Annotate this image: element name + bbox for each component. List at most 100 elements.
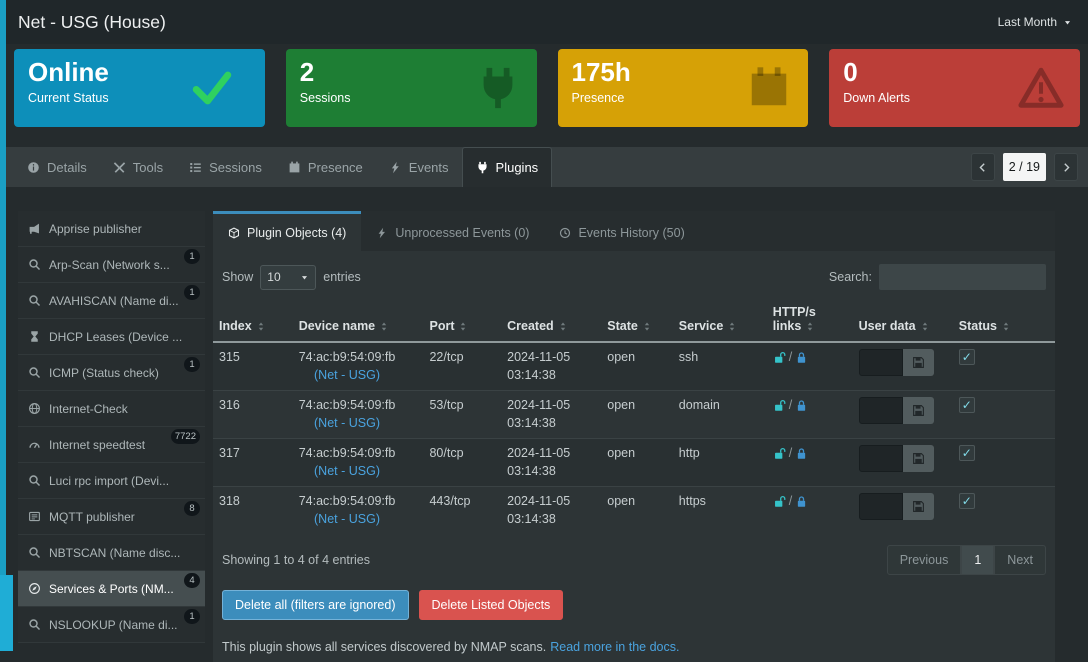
cell-user-data: [853, 439, 953, 487]
sidebar-item-internet-check[interactable]: Internet-Check: [18, 391, 205, 427]
pagination-previous[interactable]: Previous: [887, 545, 962, 575]
column-header-service[interactable]: Service: [673, 299, 767, 342]
pagination-page-1[interactable]: 1: [961, 545, 994, 575]
tab-events[interactable]: Events: [376, 147, 462, 187]
user-data-input[interactable]: [859, 493, 903, 520]
subtab-unprocessed-events[interactable]: Unprocessed Events (0): [361, 211, 544, 251]
sidebar-item-luci-rpc-import[interactable]: Luci rpc import (Devi...: [18, 463, 205, 499]
next-device-button[interactable]: [1054, 153, 1078, 181]
tab-sessions[interactable]: Sessions: [176, 147, 275, 187]
plug-icon: [475, 65, 521, 111]
save-button[interactable]: [903, 445, 934, 472]
plugin-sidebar: Apprise publisher Arp-Scan (Network s...…: [18, 211, 205, 643]
save-button[interactable]: [903, 493, 934, 520]
column-header-user-data[interactable]: User data: [853, 299, 953, 342]
show-label: Show: [222, 270, 253, 284]
sidebar-item-nslookup[interactable]: NSLOOKUP (Name di... 1: [18, 607, 205, 643]
tab-label: Plugins: [496, 160, 539, 175]
user-data-input[interactable]: [859, 397, 903, 424]
megaphone-icon: [28, 222, 41, 235]
lock-icon[interactable]: [795, 495, 808, 508]
lock-icon[interactable]: [795, 399, 808, 412]
prev-device-button[interactable]: [971, 153, 995, 181]
count-badge: 7722: [171, 429, 200, 444]
lightning-icon: [389, 161, 402, 174]
pagination-next[interactable]: Next: [994, 545, 1046, 575]
plugin-description: This plugin shows all services discovere…: [213, 632, 1055, 662]
sidebar-item-label: Services & Ports (NM...: [49, 582, 174, 596]
column-header-port[interactable]: Port: [423, 299, 501, 342]
status-checkbox[interactable]: [959, 445, 975, 461]
column-header-device-name[interactable]: Device name: [293, 299, 424, 342]
column-header-https-links[interactable]: HTTP/s links: [767, 299, 853, 342]
sidebar-item-label: Arp-Scan (Network s...: [49, 258, 170, 272]
sidebar-item-icmp[interactable]: ICMP (Status check) 1: [18, 355, 205, 391]
user-data-input[interactable]: [859, 349, 903, 376]
sidebar-item-label: DHCP Leases (Device ...: [49, 330, 182, 344]
sidebar-item-nbtscan[interactable]: NBTSCAN (Name disc...: [18, 535, 205, 571]
count-badge: 1: [184, 285, 200, 300]
docs-link[interactable]: Read more in the docs.: [550, 640, 679, 654]
device-mac: 74:ac:b9:54:09:fb: [299, 446, 396, 460]
tab-tools[interactable]: Tools: [100, 147, 176, 187]
device-link[interactable]: (Net - USG): [314, 368, 380, 382]
status-checkbox[interactable]: [959, 397, 975, 413]
column-header-index[interactable]: Index: [213, 299, 293, 342]
globe-icon: [28, 402, 41, 415]
column-header-status[interactable]: Status: [953, 299, 1055, 342]
check-icon: [189, 65, 235, 111]
subtab-events-history[interactable]: Events History (50): [544, 211, 699, 251]
unlock-icon[interactable]: [773, 351, 786, 364]
status-card-online: Online Current Status: [14, 49, 265, 127]
delete-all-button[interactable]: Delete all (filters are ignored): [222, 590, 409, 620]
device-link[interactable]: (Net - USG): [314, 416, 380, 430]
cell-port: 22/tcp: [423, 342, 501, 391]
cell-status: [953, 439, 1055, 487]
status-cards: Online Current Status 2 Sessions 175h Pr…: [6, 44, 1088, 127]
device-link[interactable]: (Net - USG): [314, 464, 380, 478]
sidebar-item-dhcp-leases[interactable]: DHCP Leases (Device ...: [18, 319, 205, 355]
save-button[interactable]: [903, 349, 934, 376]
tab-plugins[interactable]: Plugins: [462, 147, 553, 187]
table-header-row: Index Device name Port Created State Ser…: [213, 299, 1055, 342]
status-card-presence: 175h Presence: [558, 49, 809, 127]
sidebar-item-apprise-publisher[interactable]: Apprise publisher: [18, 211, 205, 247]
cell-service: domain: [673, 391, 767, 439]
tab-label: Presence: [308, 160, 363, 175]
page-size-select[interactable]: 10: [260, 265, 316, 290]
sidebar-item-mqtt-publisher[interactable]: MQTT publisher 8: [18, 499, 205, 535]
status-checkbox[interactable]: [959, 493, 975, 509]
user-data-input[interactable]: [859, 445, 903, 472]
tab-details[interactable]: Details: [14, 147, 100, 187]
tab-presence[interactable]: Presence: [275, 147, 376, 187]
sidebar-item-services-ports[interactable]: Services & Ports (NM... 4: [18, 571, 205, 607]
device-mac: 74:ac:b9:54:09:fb: [299, 398, 396, 412]
unlock-icon[interactable]: [773, 447, 786, 460]
lock-icon[interactable]: [795, 447, 808, 460]
entries-summary: Showing 1 to 4 of 4 entries: [222, 553, 370, 567]
unlock-icon[interactable]: [773, 495, 786, 508]
delete-listed-button[interactable]: Delete Listed Objects: [419, 590, 564, 620]
column-header-state[interactable]: State: [601, 299, 673, 342]
search-group: Search:: [829, 264, 1046, 290]
sidebar-item-label: Luci rpc import (Devi...: [49, 474, 169, 488]
sidebar-item-internet-speedtest[interactable]: Internet speedtest 7722: [18, 427, 205, 463]
sidebar-item-arp-scan[interactable]: Arp-Scan (Network s... 1: [18, 247, 205, 283]
cell-index: 317: [213, 439, 293, 487]
cell-user-data: [853, 342, 953, 391]
cell-service: https: [673, 487, 767, 535]
cell-port: 53/tcp: [423, 391, 501, 439]
unlock-icon[interactable]: [773, 399, 786, 412]
chevron-right-icon: [1061, 162, 1072, 173]
device-link[interactable]: (Net - USG): [314, 512, 380, 526]
search-icon: [28, 474, 41, 487]
period-selector[interactable]: Last Month: [998, 15, 1072, 29]
sidebar-item-avahiscan[interactable]: AVAHISCAN (Name di... 1: [18, 283, 205, 319]
subtab-plugin-objects[interactable]: Plugin Objects (4): [213, 211, 361, 251]
column-header-created[interactable]: Created: [501, 299, 601, 342]
save-button[interactable]: [903, 397, 934, 424]
count-badge: 1: [184, 357, 200, 372]
search-input[interactable]: [879, 264, 1046, 290]
status-checkbox[interactable]: [959, 349, 975, 365]
lock-icon[interactable]: [795, 351, 808, 364]
